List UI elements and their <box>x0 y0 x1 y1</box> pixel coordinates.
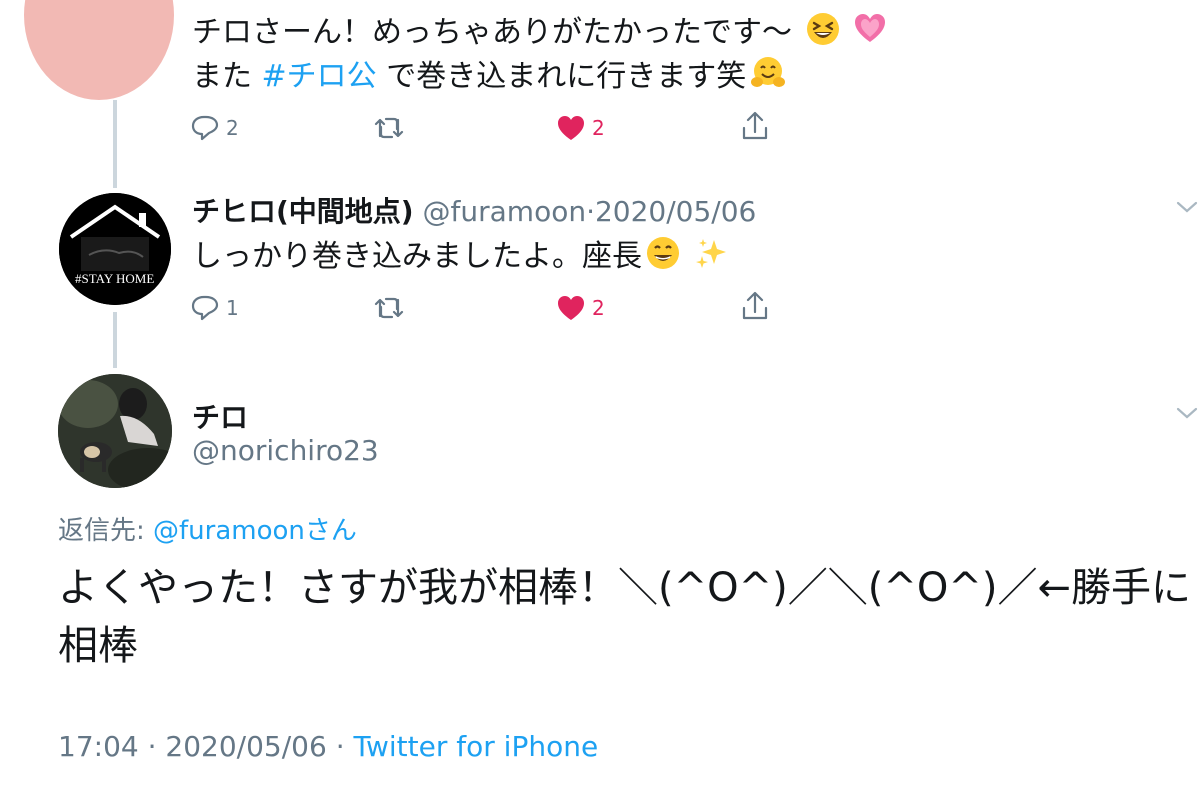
reply-to-label: 返信先: <box>58 516 145 546</box>
like-icon <box>558 296 584 320</box>
tweet-text-line-1: よくやった！さすが我が相棒！＼(^O^)／＼(^O^)／←勝手に <box>58 565 1191 611</box>
avatar[interactable] <box>24 0 174 100</box>
photo-avatar-icon <box>58 374 172 488</box>
separator: · <box>147 730 157 763</box>
sparkles-emoji <box>694 236 728 281</box>
like-button[interactable]: 2 <box>556 294 605 322</box>
avatar[interactable] <box>58 374 172 488</box>
share-button[interactable] <box>740 110 770 142</box>
tweet-text: しっかり巻き込みましたよ。座長 <box>192 236 728 281</box>
chevron-down-icon[interactable] <box>1176 200 1198 214</box>
share-icon <box>742 291 768 320</box>
avatar-caption: #STAY HOME <box>75 271 155 286</box>
house-logo-icon <box>59 193 171 305</box>
thread-line-middle <box>113 312 117 368</box>
separator: · <box>335 730 345 763</box>
display-name[interactable]: チロ <box>192 396 248 436</box>
like-count: 2 <box>592 296 605 320</box>
retweet-icon <box>374 117 404 139</box>
tweet-date[interactable]: 2020/05/06 <box>595 195 756 228</box>
tweet-time: 17:04 <box>58 730 139 763</box>
share-button[interactable] <box>740 290 770 322</box>
reply-icon <box>191 115 219 141</box>
thread-line-top <box>113 100 117 188</box>
tweet-date: 2020/05/06 <box>165 730 327 763</box>
separator: · <box>586 195 595 228</box>
like-button[interactable]: 2 <box>556 114 605 142</box>
like-count: 2 <box>592 116 605 140</box>
user-handle[interactable]: @norichiro23 <box>192 434 379 467</box>
tweet-header: チヒロ(中間地点) @furamoon·2020/05/06 <box>192 190 756 230</box>
reply-button[interactable]: 1 <box>190 294 239 322</box>
retweet-button[interactable] <box>372 114 406 142</box>
reply-to-line: 返信先: @furamoonさん <box>58 510 357 547</box>
heart-emoji <box>853 12 887 57</box>
grin-emoji <box>646 236 680 281</box>
reply-icon <box>191 295 219 321</box>
avatar[interactable]: #STAY HOME <box>59 193 171 305</box>
tweet-meta: 17:04 · 2020/05/06 · Twitter for iPhone <box>58 730 598 763</box>
reply-count: 2 <box>226 116 239 140</box>
tweet-source-link[interactable]: Twitter for iPhone <box>354 730 599 763</box>
retweet-icon <box>374 297 404 319</box>
like-icon <box>558 116 584 140</box>
user-handle[interactable]: @furamoon <box>423 195 587 228</box>
display-name[interactable]: チヒロ(中間地点) <box>192 195 414 228</box>
share-icon <box>742 111 768 140</box>
reply-to-link[interactable]: @furamoonさん <box>153 516 357 546</box>
tweet-text-line-2: また #チロ公 で巻き込まれに行きます笑 <box>192 56 786 101</box>
chevron-down-icon[interactable] <box>1176 406 1198 420</box>
reply-count: 1 <box>226 296 239 320</box>
grin-squint-emoji <box>806 12 840 57</box>
retweet-button[interactable] <box>372 294 406 322</box>
tweet-text-line-1: チロさーん！めっちゃありがたかったです〜 <box>192 12 887 57</box>
hashtag-link[interactable]: #チロ公 <box>262 59 377 94</box>
reply-button[interactable]: 2 <box>190 114 239 142</box>
tweet-text-line-2: 相棒 <box>58 623 138 669</box>
hugging-emoji <box>750 56 786 101</box>
